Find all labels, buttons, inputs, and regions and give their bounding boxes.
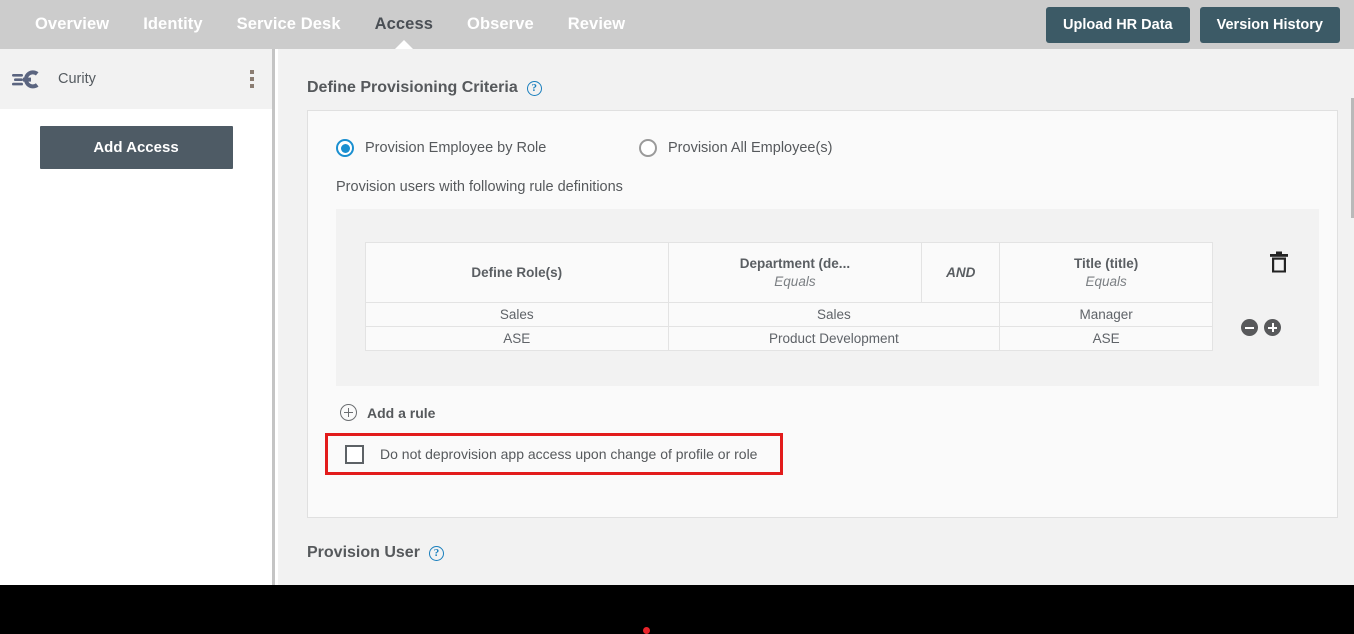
cell-department[interactable]: Product Development [667,326,1001,351]
cell-role[interactable]: ASE [365,326,669,351]
section-title-text: Provision User [307,544,420,561]
main-content: Define Provisioning Criteria ? Provision… [278,49,1354,585]
add-access-wrap: Add Access [0,109,272,169]
nav-item-label: Review [567,15,626,33]
sidebar: Curity Add Access [0,49,275,585]
kebab-menu-icon[interactable] [246,66,258,92]
help-circle-icon[interactable]: ? [428,545,444,561]
rule-table-body: Sales Sales Manager ASE Product Developm… [365,302,1213,351]
add-access-button[interactable]: Add Access [39,126,233,169]
rule-intro-text: Provision users with following rule defi… [336,179,623,195]
rule-definitions-table: Define Role(s) Department (de... Equals … [365,242,1213,351]
radio-button-icon[interactable] [639,139,657,157]
nav-item-label: Observe [467,15,534,33]
nav-item-service-desk[interactable]: Service Desk [220,0,358,49]
add-a-rule-label: Add a rule [367,404,436,421]
column-header-title: AND [946,265,976,280]
minus-circle-icon[interactable] [1241,319,1258,336]
column-header-title: Title (title) [1073,256,1139,271]
nav-item-access[interactable]: Access [358,0,450,49]
table-header-row: Define Role(s) Department (de... Equals … [365,242,1213,303]
radio-button-selected-icon[interactable] [336,139,354,157]
deprovision-checkbox[interactable] [345,444,364,464]
nav-actions: Upload HR Data Version History [1046,6,1354,43]
nav-item-label: Access [374,15,434,33]
table-row[interactable]: ASE Product Development ASE [365,326,1213,351]
rule-table-head: Define Role(s) Department (de... Equals … [365,242,1213,303]
top-navigation-bar: Overview Identity Service Desk Access Ob… [0,0,1354,49]
cell-role[interactable]: Sales [365,302,669,327]
help-circle-icon[interactable]: ? [526,80,542,96]
nav-item-overview[interactable]: Overview [18,0,126,49]
nav-items: Overview Identity Service Desk Access Ob… [0,0,642,49]
page-title-text: Define Provisioning Criteria [307,79,518,96]
curity-logo-icon [12,66,48,92]
plus-circle-icon[interactable] [1264,319,1281,336]
column-header-title-attr: Title (title) Equals [999,242,1213,303]
column-header-title: Department (de... [739,256,851,271]
cell-title[interactable]: ASE [999,326,1213,351]
nav-item-label: Service Desk [236,15,341,33]
plus-circle-icon [340,404,357,421]
column-header-and-conjunction: AND [921,242,1001,303]
column-header-define-roles: Define Role(s) [365,242,669,303]
nav-item-label: Overview [35,15,110,33]
cell-title[interactable]: Manager [999,302,1213,327]
provisioning-criteria-card: Provision Employee by Role Provision All… [307,110,1338,518]
radio-label: Provision Employee by Role [365,140,547,156]
app-root: Overview Identity Service Desk Access Ob… [0,0,1354,634]
nav-item-label: Identity [143,15,203,33]
table-row[interactable]: Sales Sales Manager [365,302,1213,327]
sidebar-app-name: Curity [58,71,96,87]
provision-mode-radio-group: Provision Employee by Role Provision All… [308,111,1337,157]
trash-icon[interactable] [1269,251,1289,273]
upload-hr-data-button[interactable]: Upload HR Data [1046,6,1190,43]
radio-provision-employee-by-role[interactable]: Provision Employee by Role [336,139,639,157]
column-header-operator: Equals [1085,274,1127,289]
nav-item-review[interactable]: Review [551,0,642,49]
provision-user-title: Provision User ? [278,518,1354,562]
row-controls [1241,319,1281,336]
column-header-operator: Equals [774,274,816,289]
deprovision-checkbox-label: Do not deprovision app access upon chang… [380,446,758,462]
nav-item-identity[interactable]: Identity [126,0,219,49]
active-tab-caret-icon [394,40,413,49]
define-provisioning-criteria-title: Define Provisioning Criteria ? [278,49,1354,97]
cell-department[interactable]: Sales [667,302,1001,327]
radio-label: Provision All Employee(s) [668,140,833,156]
nav-item-observe[interactable]: Observe [450,0,551,49]
radio-provision-all-employees[interactable]: Provision All Employee(s) [639,139,832,157]
deprovision-option-highlight: Do not deprovision app access upon chang… [325,433,783,475]
add-a-rule-button[interactable]: Add a rule [308,386,1337,421]
sidebar-app-row-curity[interactable]: Curity [0,49,272,109]
cursor-marker-icon [643,627,650,634]
kebab-dot [250,77,254,81]
kebab-dot [250,70,254,74]
column-header-department: Department (de... Equals [667,242,923,303]
column-header-title: Define Role(s) [471,265,563,280]
kebab-dot [250,84,254,88]
version-history-button[interactable]: Version History [1199,6,1340,43]
bottom-bar [0,585,1354,634]
rules-container: Define Role(s) Department (de... Equals … [336,209,1319,386]
